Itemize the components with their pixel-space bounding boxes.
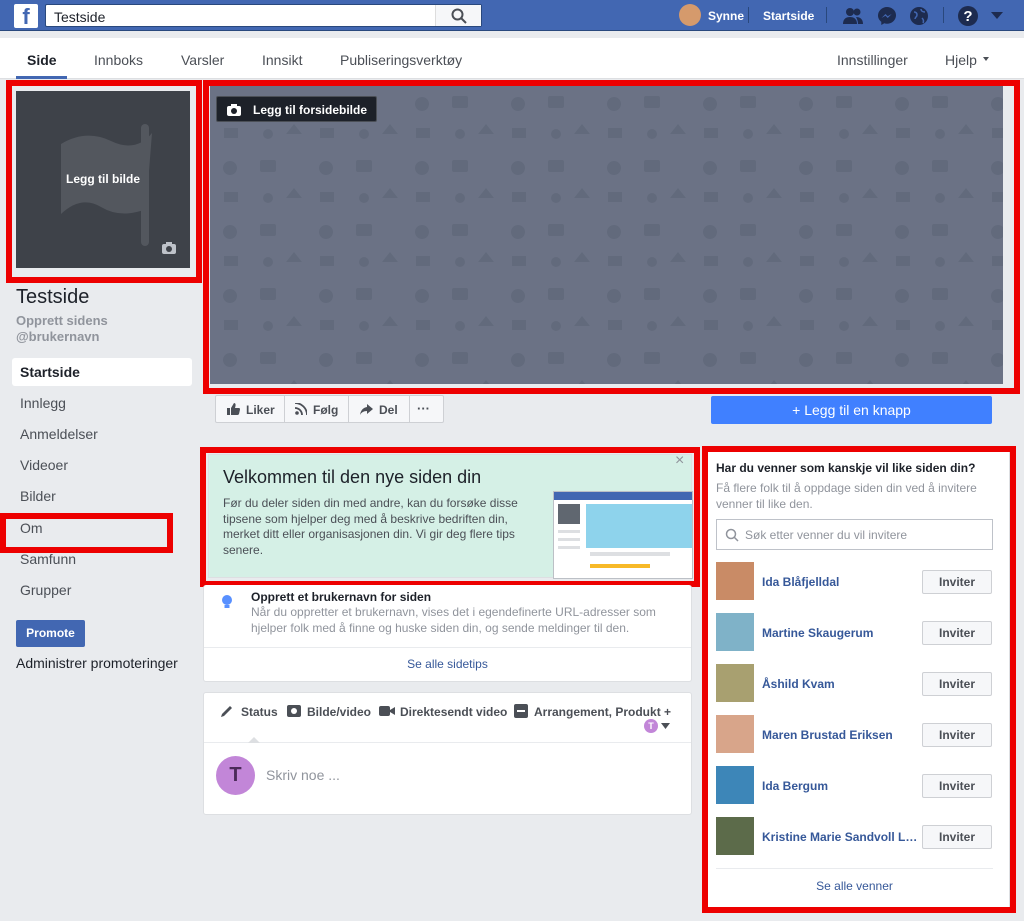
facebook-logo-icon[interactable]: f [14,4,38,29]
follow-button[interactable]: Følg [285,396,349,422]
highlight-cover [203,80,1020,394]
share-button[interactable]: Del [349,396,410,422]
search-button[interactable] [435,5,481,26]
tab-status[interactable]: Status [241,705,278,719]
friend-requests-icon[interactable] [842,7,864,25]
messenger-icon[interactable] [877,6,897,26]
active-tab-indicator [16,76,67,79]
lightbulb-icon [222,595,232,608]
tip-body: Når du oppretter et brukernavn, vises de… [251,605,656,635]
sidebar-item-grupper[interactable]: Grupper [12,576,192,604]
help-link[interactable]: Hjelp [945,52,977,68]
share-arrow-icon [360,404,373,415]
photo-video-icon [287,705,301,717]
sidebar-item-samfunn[interactable]: Samfunn [12,545,192,573]
search-icon [451,8,467,24]
thumbs-up-icon [227,403,240,415]
tab-side[interactable]: Side [27,52,57,68]
post-composer: Status Bilde/video Direktesendt video Ar… [203,692,692,815]
help-caret-icon [983,57,989,61]
tab-varsler[interactable]: Varsler [181,52,224,68]
user-name-link[interactable]: Synne [708,9,744,23]
like-label: Liker [246,403,275,417]
sidebar-item-innlegg[interactable]: Innlegg [12,389,192,417]
highlight-invite-friends [702,446,1016,913]
add-button-cta[interactable]: + Legg til en knapp [711,396,992,424]
see-all-tips-link[interactable]: Se alle sidetips [204,657,691,671]
pencil-icon [221,706,232,717]
sidebar-item-startside[interactable]: Startside [12,358,192,386]
divider [943,7,944,23]
sidebar-item-bilder[interactable]: Bilder [12,482,192,510]
home-link[interactable]: Startside [763,9,814,23]
search-field[interactable]: Testside [45,4,482,27]
rss-follow-icon [295,403,307,415]
divider [204,647,691,648]
search-input[interactable]: Testside [54,9,105,25]
manage-promotions-link[interactable]: Administrer promoteringer [16,655,178,671]
highlight-welcome [200,447,700,587]
create-username-line1[interactable]: Opprett sidens [16,313,108,328]
promote-button[interactable]: Promote [16,620,85,647]
notifications-globe-icon[interactable] [909,6,929,26]
tab-photo-video[interactable]: Bilde/video [307,705,371,719]
page-avatar: T [216,756,255,795]
create-username-line2[interactable]: @brukernavn [16,329,99,344]
composer-tabs: Status Bilde/video Direktesendt video Ar… [204,693,691,743]
page-title: Testside [16,286,90,308]
settings-link[interactable]: Innstillinger [837,52,908,68]
tip-card: Opprett et brukernavn for siden Når du o… [203,585,692,682]
tip-title: Opprett et brukernavn for siden [251,590,432,604]
help-icon[interactable]: ? [957,5,979,27]
tab-innsikt[interactable]: Innsikt [262,52,302,68]
event-product-icon [514,704,528,718]
top-bar: f Testside Synne Startside ? [0,0,1024,31]
highlight-profile-picture [6,80,202,283]
divider [748,7,749,23]
share-label: Del [379,403,398,417]
tab-live-video[interactable]: Direktesendt video [400,705,507,719]
account-menu-chevron-icon[interactable] [991,12,1003,20]
divider [826,7,827,23]
more-options-icon[interactable]: ··· [417,401,430,416]
sidebar-item-videoer[interactable]: Videoer [12,451,192,479]
composer-input[interactable]: Skriv noe ... [266,767,340,783]
svg-text:?: ? [963,8,972,25]
tab-event-product[interactable]: Arrangement, Produkt + [534,705,671,719]
user-avatar[interactable] [679,4,701,26]
tab-innboks[interactable]: Innboks [94,52,143,68]
page-tabs-bar: Side Innboks Varsler Innsikt Publisering… [0,38,1024,79]
page-avatar-small[interactable]: T [644,719,658,733]
follow-label: Følg [313,403,339,417]
page-actions-group: Liker Følg Del ··· [215,395,444,423]
tab-publishing-tools[interactable]: Publiseringsverktøy [340,52,462,68]
active-tab-pointer [248,737,260,743]
like-button[interactable]: Liker [216,396,285,422]
sidebar-item-anmeldelser[interactable]: Anmeldelser [12,420,192,448]
live-video-icon [379,706,395,716]
chevron-down-icon[interactable] [661,723,670,729]
